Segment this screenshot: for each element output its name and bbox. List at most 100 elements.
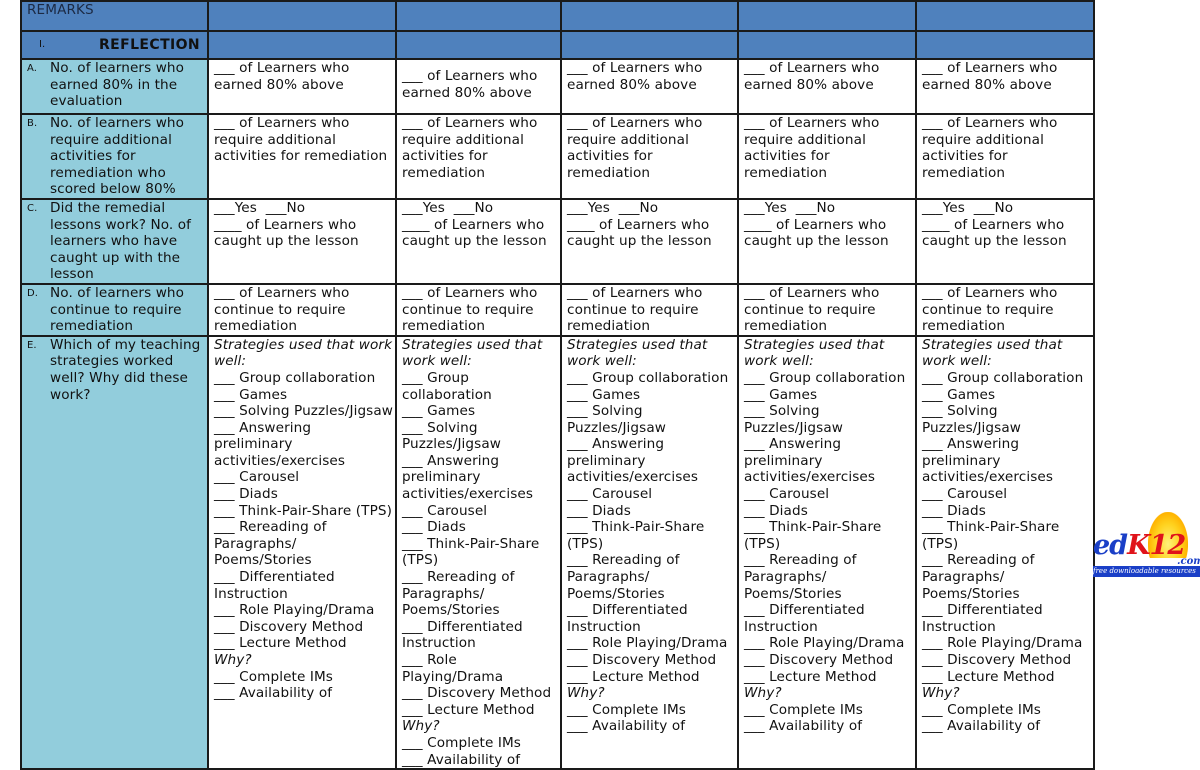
why-option: ___ Complete IMs xyxy=(214,668,333,685)
strategy-option: ___ Role Playing/Drama xyxy=(567,635,728,652)
answer-cell[interactable]: ___ of Learners who earned 80% above xyxy=(395,58,562,115)
question-d: D. No. of learners who continue to requi… xyxy=(20,282,209,337)
strategies-cell[interactable]: Strategies used that work well: ___ Group… xyxy=(915,334,1095,770)
strategy-option: ___ Differentiated Instruction xyxy=(214,569,335,602)
strategies-cell[interactable]: Strategies used that work well: ___ Group… xyxy=(560,334,739,770)
strategy-option: ___ Think-Pair-Share (TPS) xyxy=(214,502,393,519)
strategy-option: ___ Answering preliminary activities/exe… xyxy=(402,452,534,503)
strategy-option: ___ Rereading of Paragraphs/ Poems/Stori… xyxy=(214,519,327,569)
strategy-option: ___ Answering preliminary activities/exe… xyxy=(922,436,1054,486)
strategy-option: ___ Group collaboration xyxy=(567,369,729,386)
strategies-heading: Strategies used that work well: xyxy=(922,336,1063,370)
strategy-option: ___ Think-Pair-Share (TPS) xyxy=(567,519,705,552)
strategy-option: ___ Lecture Method xyxy=(744,668,877,685)
strategy-option: ___ Diads xyxy=(744,502,808,519)
question-b: B. No. of learners who require additiona… xyxy=(20,113,209,200)
answer-cell[interactable]: ___ of Learners who require additional a… xyxy=(915,113,1095,200)
why-heading: Why? xyxy=(402,718,440,735)
strategy-option: ___ Lecture Method xyxy=(214,635,347,652)
answer-cell[interactable]: ___ of Learners who earned 80% above xyxy=(915,58,1095,115)
why-option: ___ Complete IMs xyxy=(402,734,521,751)
strategies-cell[interactable]: Strategies used that work well: ___ Group… xyxy=(395,334,562,770)
question-text: No. of learners who earned 80% in the ev… xyxy=(50,60,185,110)
answer-cell[interactable]: ___ of Learners who require additional a… xyxy=(207,113,397,200)
answer-cell[interactable]: ___Yes ___No ____ of Learners who caught … xyxy=(915,197,1095,285)
remarks-cell-5[interactable] xyxy=(915,0,1095,32)
strategy-option: ___ Differentiated Instruction xyxy=(744,602,865,635)
caught-up-line: ____ of Learners who caught up the lesso… xyxy=(922,216,1067,250)
strategies-cell[interactable]: Strategies used that work well: ___ Group… xyxy=(737,334,917,770)
edk12-logo: edK12 .com free downloadable resources xyxy=(1093,508,1200,580)
answer-cell[interactable]: ___ of Learners who continue to require … xyxy=(915,282,1095,337)
answer-cell[interactable]: ___Yes ___No ____ of Learners who caught … xyxy=(207,197,397,285)
strategy-option: ___ Differentiated Instruction xyxy=(402,618,523,652)
item-letter: D. xyxy=(27,287,39,299)
answer-cell[interactable]: ___ of Learners who require additional a… xyxy=(395,113,562,200)
remarks-row: REMARKS xyxy=(20,0,1095,32)
remarks-cell-4[interactable] xyxy=(737,0,917,32)
remarks-cell-3[interactable] xyxy=(560,0,739,32)
strategy-option: ___ Diads xyxy=(922,502,986,519)
strategy-option: ___ Differentiated Instruction xyxy=(922,602,1043,635)
caught-up-line: ____ of Learners who caught up the lesso… xyxy=(567,216,712,250)
answer-cell[interactable]: ___ of Learners who earned 80% above xyxy=(560,58,739,115)
logo-ed: ed xyxy=(1093,530,1128,561)
why-heading: Why? xyxy=(922,685,960,702)
yes-no-line: ___Yes ___No xyxy=(922,199,1014,216)
strategies-cell[interactable]: Strategies used that work well: ___ Group… xyxy=(207,334,397,770)
answer-cell[interactable]: ___ of Learners who require additional a… xyxy=(560,113,739,200)
strategy-option: ___ Differentiated Instruction xyxy=(567,602,688,635)
strategy-option: ___ Solving Puzzles/Jigsaw xyxy=(214,403,394,420)
strategy-option: ___ Group collaboration xyxy=(402,369,492,403)
reflection-header-row: I. REFLECTION xyxy=(20,30,1095,60)
strategy-option: ___ Answering preliminary activities/exe… xyxy=(567,436,699,486)
reflection-header-cell-3 xyxy=(560,30,739,60)
strategies-heading: Strategies used that work well: xyxy=(214,336,393,370)
strategy-option: ___ Answering preliminary activities/exe… xyxy=(744,436,876,486)
reflection-header-cell-1 xyxy=(207,30,397,60)
strategy-option: ___ Lecture Method xyxy=(567,668,700,685)
strategy-option: ___ Carousel xyxy=(214,469,300,486)
answer-cell[interactable]: ___Yes ___No ____ of Learners who caught … xyxy=(395,197,562,285)
strategy-option: ___ Discovery Method xyxy=(922,652,1072,668)
question-text: Which of my teaching strategies worked w… xyxy=(50,336,201,403)
logo-brand: edK12 xyxy=(1093,530,1186,561)
strategy-option: ___ Discovery Method xyxy=(402,685,552,702)
reflection-row-c: C. Did the remedial lessons work? No. of… xyxy=(20,197,1095,285)
strategy-option: ___ Rereading of Paragraphs/ Poems/Stori… xyxy=(922,552,1035,602)
answer-cell[interactable]: ___ of Learners who continue to require … xyxy=(737,282,917,337)
reflection-header-cell-4 xyxy=(737,30,917,60)
answer-cell[interactable]: ___ of Learners who continue to require … xyxy=(207,282,397,337)
answer-cell[interactable]: ___ of Learners who earned 80% above xyxy=(207,58,397,115)
answer-cell[interactable]: ___ of Learners who continue to require … xyxy=(560,282,739,337)
answer-cell[interactable]: ___Yes ___No ____ of Learners who caught … xyxy=(737,197,917,285)
strategy-option: ___ Games xyxy=(214,386,288,403)
remarks-cell-1[interactable] xyxy=(207,0,397,32)
section-title: REFLECTION xyxy=(99,36,201,53)
reflection-header-cell-5 xyxy=(915,30,1095,60)
strategy-option: ___ Diads xyxy=(214,486,278,503)
strategy-option: ___ Discovery Method xyxy=(744,652,894,668)
strategy-option: ___ Discovery Method xyxy=(214,618,364,635)
question-c: C. Did the remedial lessons work? No. of… xyxy=(20,197,209,285)
answer-cell[interactable]: ___ of Learners who require additional a… xyxy=(737,113,917,200)
strategy-option: ___ Diads xyxy=(402,519,466,536)
strategy-option: ___ Games xyxy=(567,386,641,403)
answer-cell[interactable]: ___ of Learners who earned 80% above xyxy=(737,58,917,115)
logo-tagline: free downloadable resources xyxy=(1093,566,1200,577)
strategy-option: ___ Think-Pair-Share (TPS) xyxy=(744,519,882,552)
strategy-option: ___ Carousel xyxy=(567,486,653,503)
why-option: ___ Complete IMs xyxy=(744,701,863,718)
why-option: ___ Availability of xyxy=(402,751,521,768)
strategy-option: ___ Rereading of Paragraphs/ Poems/Stori… xyxy=(567,552,680,602)
strategies-heading: Strategies used that work well: xyxy=(744,336,885,370)
strategy-option: ___ Role Playing/Drama xyxy=(214,602,375,619)
answer-cell[interactable]: ___ of Learners who continue to require … xyxy=(395,282,562,337)
caught-up-line: ____ of Learners who caught up the lesso… xyxy=(744,216,889,250)
question-text: No. of learners who require additional a… xyxy=(50,115,185,198)
why-heading: Why? xyxy=(214,652,252,668)
why-option: ___ Availability of xyxy=(214,685,333,702)
strategy-option: ___ Solving Puzzles/Jigsaw xyxy=(567,403,666,436)
answer-cell[interactable]: ___Yes ___No ____ of Learners who caught … xyxy=(560,197,739,285)
remarks-cell-2[interactable] xyxy=(395,0,562,32)
